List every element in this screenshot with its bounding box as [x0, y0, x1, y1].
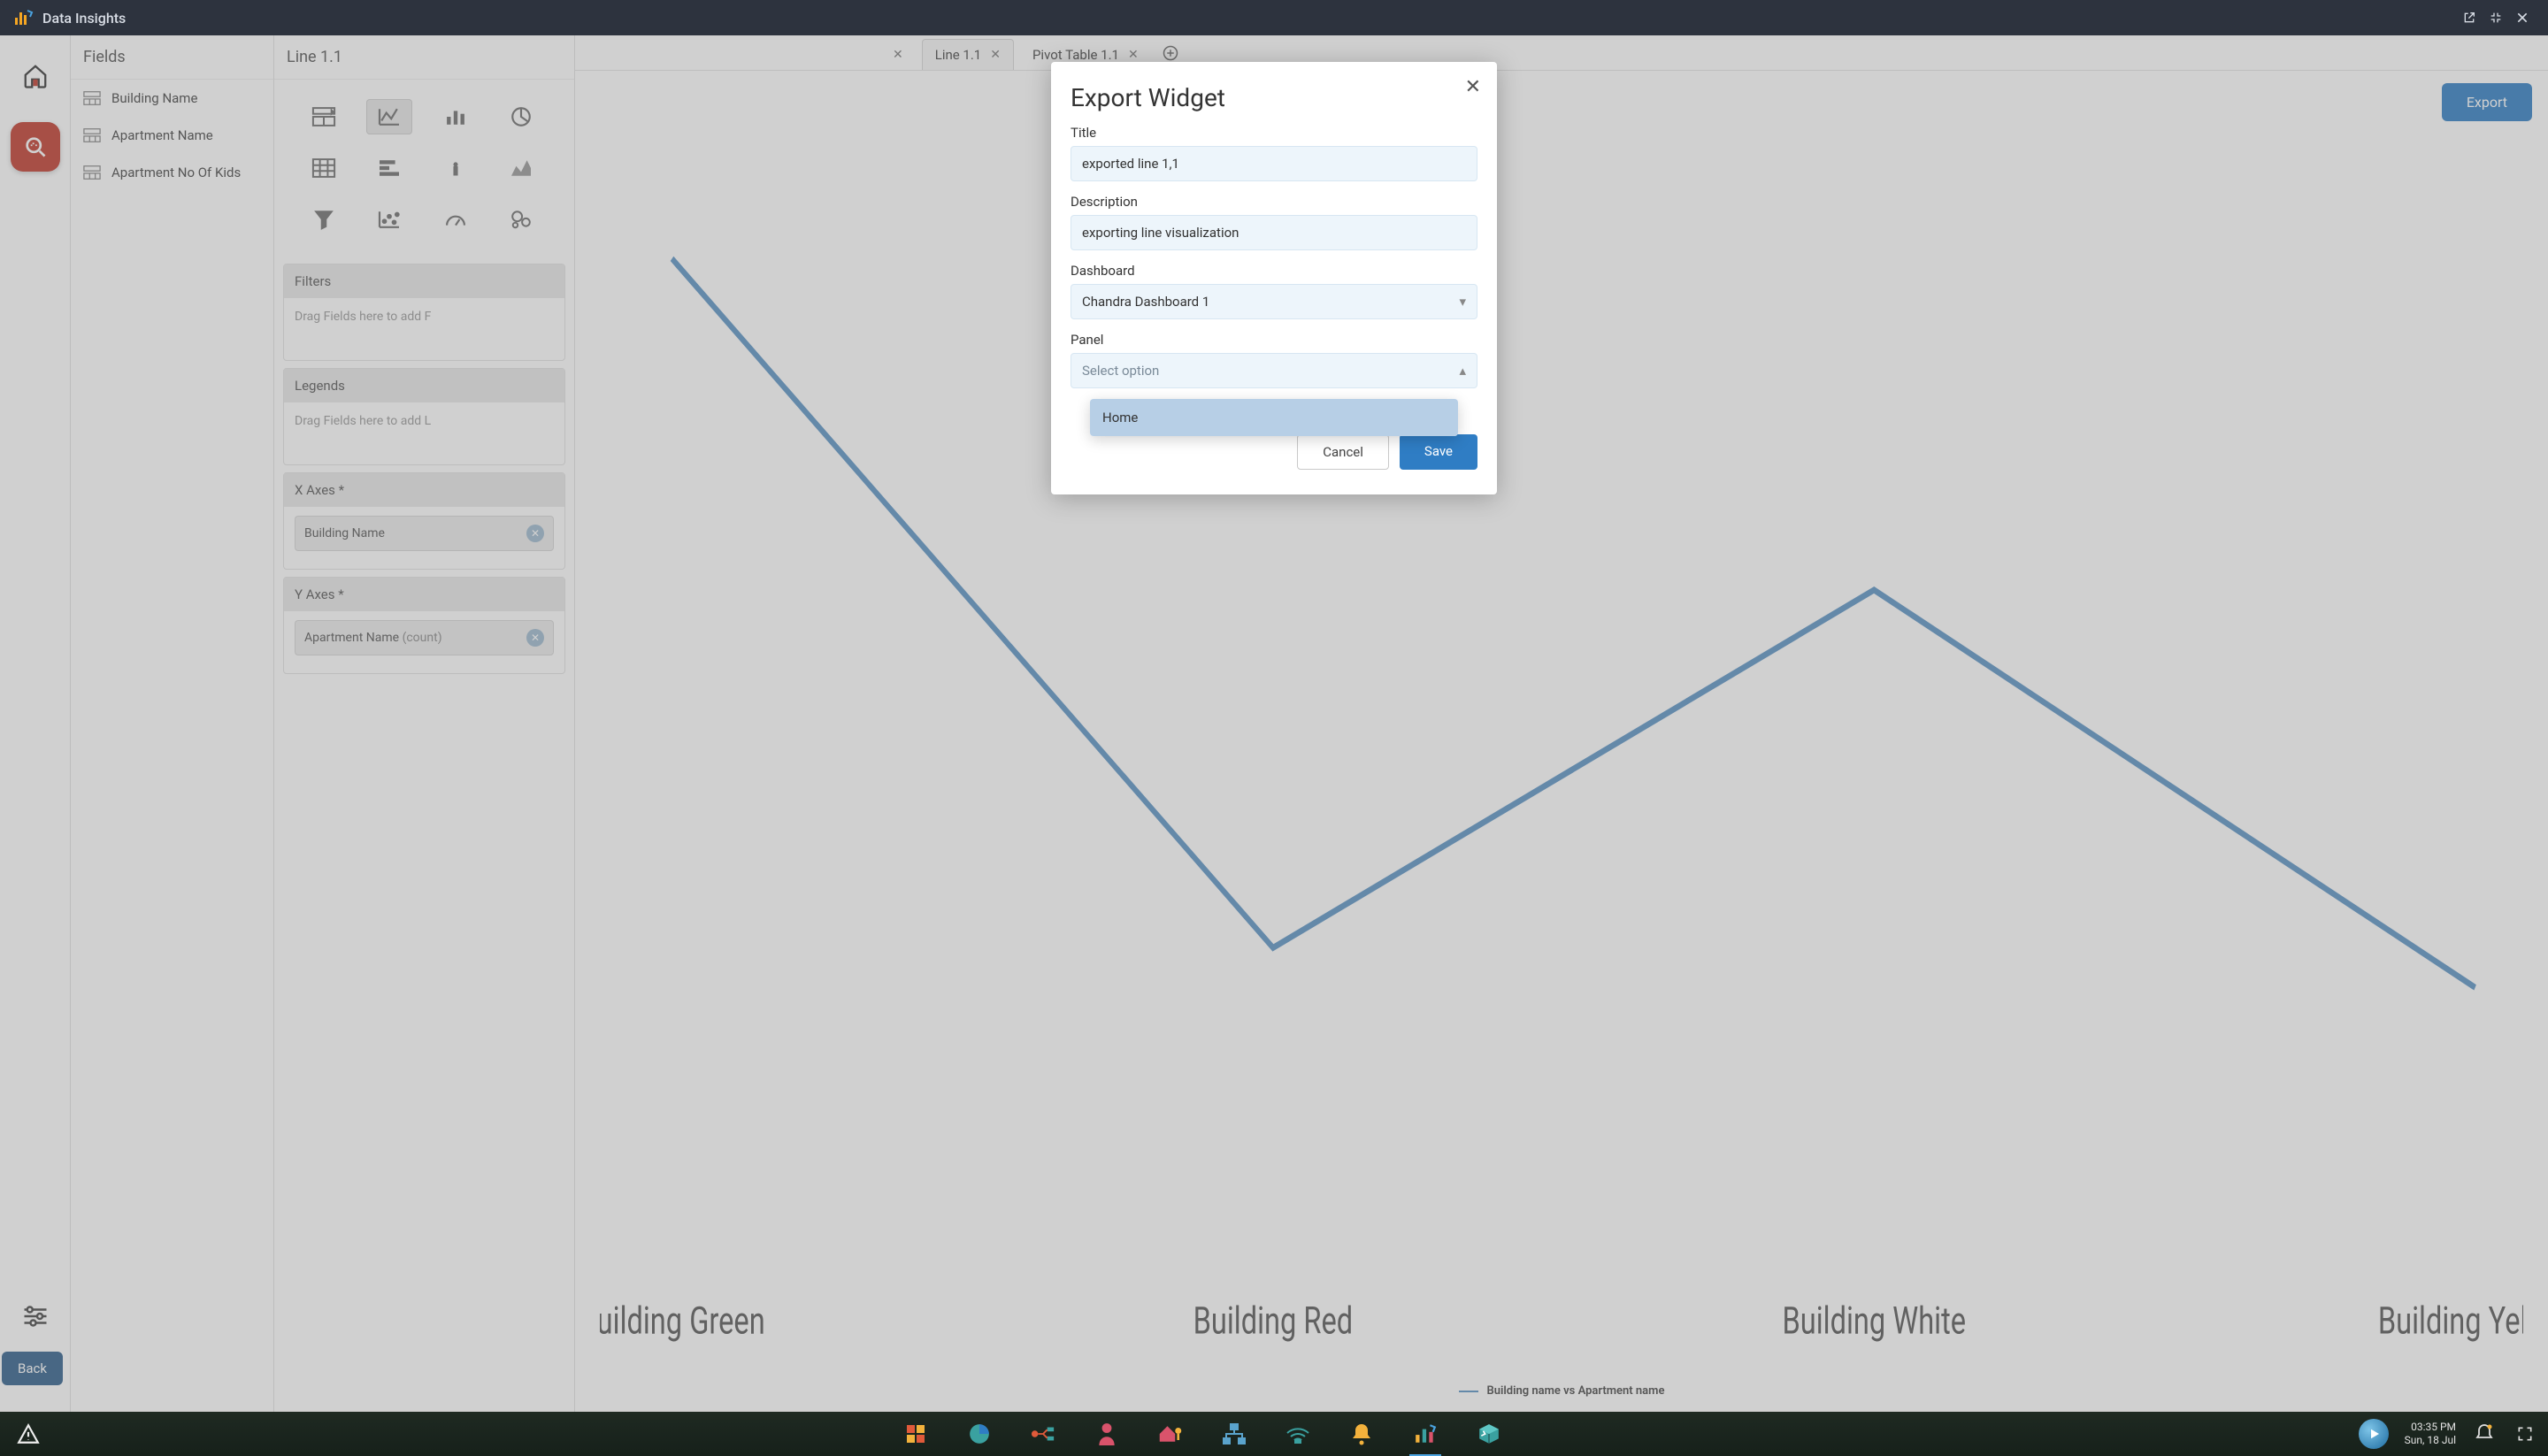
title-bar: Data Insights [0, 0, 2548, 35]
app-logo-icon [12, 7, 34, 28]
tb-bell-icon[interactable] [1349, 1422, 1374, 1446]
tb-fullscreen-icon[interactable] [2513, 1422, 2537, 1446]
tb-box-icon[interactable] [1477, 1422, 1501, 1446]
close-button[interactable] [2509, 4, 2536, 31]
tb-grid-icon[interactable] [903, 1422, 928, 1446]
tb-notifications-icon[interactable] [2472, 1422, 2497, 1446]
panel-label: Panel [1071, 332, 1477, 348]
minimize-button[interactable] [2483, 4, 2509, 31]
save-button[interactable]: Save [1400, 434, 1477, 470]
alert-triangle-icon[interactable] [16, 1422, 41, 1446]
tb-person-icon[interactable] [1094, 1422, 1119, 1446]
taskbar-clock: 03:35 PM Sun, 18 Jul [2405, 1421, 2456, 1447]
panel-select[interactable]: Select option ▴ [1071, 353, 1477, 388]
modal-close-icon[interactable]: ✕ [1465, 76, 1481, 98]
tb-house-key-icon[interactable] [1158, 1422, 1183, 1446]
description-input[interactable] [1071, 215, 1477, 250]
tb-insights-icon[interactable] [1413, 1422, 1438, 1446]
export-widget-modal: ✕ Export Widget Title Description Dashbo… [1051, 62, 1497, 494]
panel-dropdown: Home [1090, 399, 1458, 436]
title-input[interactable] [1071, 146, 1477, 181]
dashboard-select[interactable]: Chandra Dashboard 1 ▾ [1071, 284, 1477, 319]
popout-button[interactable] [2456, 4, 2483, 31]
description-label: Description [1071, 194, 1477, 210]
modal-layer[interactable]: ✕ Export Widget Title Description Dashbo… [0, 35, 2548, 1412]
modal-heading: Export Widget [1071, 83, 1477, 112]
tb-pie-icon[interactable] [967, 1422, 992, 1446]
tb-flow-icon[interactable] [1031, 1422, 1055, 1446]
dashboard-label: Dashboard [1071, 263, 1477, 279]
tb-brand-logo-icon[interactable] [2359, 1419, 2389, 1449]
dropdown-option[interactable]: Home [1090, 399, 1458, 436]
chevron-down-icon: ▾ [1459, 294, 1466, 310]
tb-wifi-icon[interactable] [1286, 1422, 1310, 1446]
app-title: Data Insights [42, 10, 2456, 27]
cancel-button[interactable]: Cancel [1297, 434, 1389, 470]
title-label: Title [1071, 125, 1477, 141]
tb-network-icon[interactable] [1222, 1422, 1247, 1446]
taskbar: 03:35 PM Sun, 18 Jul [0, 1412, 2548, 1456]
chevron-up-icon: ▴ [1459, 363, 1466, 379]
